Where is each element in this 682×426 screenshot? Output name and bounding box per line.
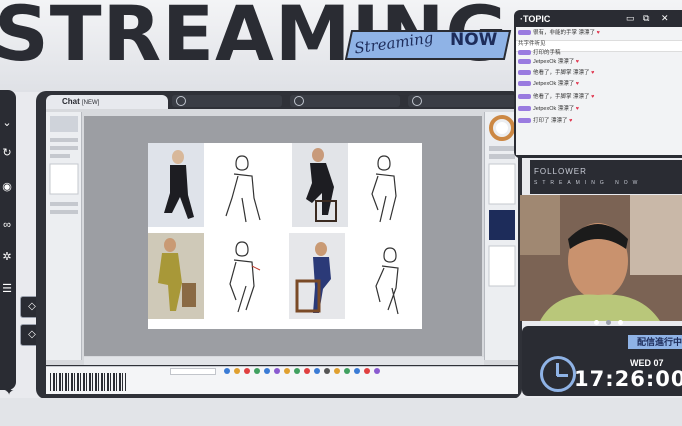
topic-message: 很有，非能的手掌 漂漂了 ♥ — [518, 30, 600, 37]
color-panel[interactable] — [484, 112, 518, 360]
topic-message: 打印了 漂漂了 ♥ — [518, 118, 572, 125]
figure-drawing — [306, 148, 337, 222]
topic-message: JetpexOk 漂漂了 ♥ — [518, 59, 579, 66]
link-icon[interactable]: ∞ — [0, 218, 14, 232]
figure-drawing — [164, 150, 194, 219]
status-bar — [84, 357, 484, 365]
left-sidebar — [0, 90, 16, 390]
topic-title: ·TOPIC — [520, 14, 551, 24]
carousel-dot[interactable] — [594, 320, 599, 325]
browser-tab-3[interactable] — [408, 95, 518, 107]
app-icon[interactable] — [284, 368, 290, 374]
pose-sketch-3 — [229, 241, 261, 313]
clock-minute-hand — [557, 374, 568, 377]
app-icon[interactable] — [294, 368, 300, 374]
reference-photo-1 — [148, 143, 204, 227]
minimize-icon[interactable]: ▭ — [626, 13, 635, 24]
app-icon[interactable] — [354, 368, 360, 374]
figure-drawing — [295, 242, 331, 313]
pose-sketch-1 — [225, 155, 261, 223]
app-icon[interactable] — [324, 368, 330, 374]
app-icon[interactable] — [364, 368, 370, 374]
reference-photo-4 — [289, 233, 345, 319]
app-icon[interactable] — [274, 368, 280, 374]
topic-message: JetpexOk 漂漂了 ♥ — [518, 106, 579, 113]
app-icon[interactable] — [374, 368, 380, 374]
topic-message: 他看了，手脚掌 漂漂了 ♥ — [518, 70, 594, 77]
globe-icon — [176, 96, 186, 106]
app-icon[interactable] — [244, 368, 250, 374]
carousel-dot[interactable] — [606, 320, 611, 325]
app-icon[interactable] — [304, 368, 310, 374]
webcam-image — [520, 195, 682, 321]
tool-panel-graphic — [49, 116, 79, 214]
pose-sketch-2 — [371, 155, 397, 223]
tab-chat-label: Chat [NEW] — [62, 97, 100, 106]
menu-icon[interactable]: ☰ — [0, 282, 14, 296]
chevron-down-icon[interactable]: ⌄ — [0, 116, 14, 130]
eye-icon[interactable]: ◉ — [0, 180, 14, 194]
star-icon[interactable]: ✲ — [0, 250, 14, 264]
app-icon[interactable] — [314, 368, 320, 374]
topic-message: 共字件听见 — [518, 41, 546, 47]
sparkle-icon: ✦ — [4, 384, 15, 398]
refresh-icon[interactable]: ↻ — [0, 146, 14, 160]
reference-photo-3 — [292, 143, 348, 227]
app-icon[interactable] — [264, 368, 270, 374]
browser-tab-1[interactable] — [172, 95, 282, 107]
now-label: NOW — [450, 30, 498, 50]
app-icon[interactable] — [224, 368, 230, 374]
follower-title: FOLLOWER — [534, 167, 587, 176]
topic-message: JetpexOk 漂漂了 ♥ — [518, 81, 579, 88]
barcode-decoration — [50, 373, 126, 391]
app-icon[interactable] — [334, 368, 340, 374]
topic-message: 他看了，手脚掌 漂漂了 ♥ — [518, 94, 594, 101]
reference-photo-2 — [148, 233, 204, 319]
taskbar-search-field[interactable] — [170, 368, 216, 375]
topic-message: 打印的手稿 — [518, 50, 561, 57]
left-tool-panel[interactable] — [46, 112, 82, 360]
live-status-badge: 配信進行中 — [628, 335, 682, 349]
app-icon[interactable] — [254, 368, 260, 374]
follower-subtitle: STREAMING NOW — [534, 180, 643, 186]
follower-panel — [530, 160, 682, 194]
browser-tab-2[interactable] — [290, 95, 400, 107]
close-icon[interactable]: ✕ — [661, 13, 669, 24]
restore-icon[interactable]: ⧉ — [643, 13, 649, 24]
globe-icon — [412, 96, 422, 106]
time-display: 17:26:00 — [574, 367, 682, 391]
webcam-feed — [520, 195, 682, 321]
figure-drawing — [158, 238, 196, 311]
carousel-dot[interactable] — [618, 320, 623, 325]
bottom-frame — [0, 398, 682, 426]
globe-icon — [294, 96, 304, 106]
app-icon[interactable] — [234, 368, 240, 374]
pose-sketch-4 — [375, 247, 399, 315]
app-icon[interactable] — [344, 368, 350, 374]
